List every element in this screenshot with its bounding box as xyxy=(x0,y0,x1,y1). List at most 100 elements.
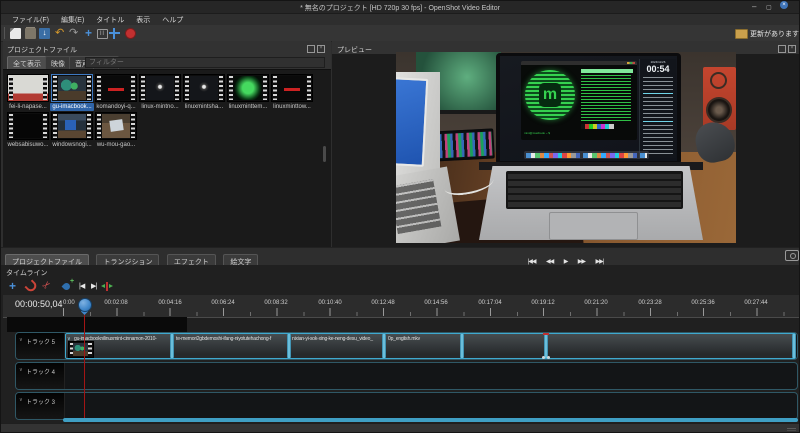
float-panel-icon[interactable] xyxy=(778,45,786,53)
chevron-down-icon[interactable]: ∨ xyxy=(19,337,23,343)
export-video-icon[interactable] xyxy=(125,28,136,39)
red-speaker xyxy=(703,67,736,130)
file-thumbnail[interactable] xyxy=(95,112,137,140)
macbook-trackpad xyxy=(549,212,638,240)
ruler-label: 00:08:32 xyxy=(264,300,287,306)
close-panel-icon[interactable]: × xyxy=(317,45,325,53)
ruler-label: 00:17:04 xyxy=(478,300,501,306)
next-marker-icon[interactable]: ▶| xyxy=(91,282,96,290)
chevron-down-icon[interactable]: ∨ xyxy=(19,367,23,373)
openshot-window: * 無名のプロジェクト [HD 720p 30 fps] - OpenShot … xyxy=(0,0,800,433)
camera-snapshot-icon[interactable] xyxy=(785,250,799,261)
track-header[interactable]: ∨ トラック 4 xyxy=(16,363,65,389)
undo-icon[interactable]: ↶ xyxy=(55,28,66,39)
track-3[interactable]: ∨ トラック 3 xyxy=(15,392,798,420)
timeline-clip[interactable]: ∨ gu-imacbooknilinuxmint-cinnamon-2010- … xyxy=(65,333,796,359)
file-thumbnail[interactable] xyxy=(183,74,225,102)
thumb-image xyxy=(234,76,262,100)
file-thumbnail-selected[interactable] xyxy=(51,74,93,102)
ruler-label: 0:00 xyxy=(63,300,75,306)
save-project-icon[interactable]: ↓ xyxy=(39,28,50,39)
fullscreen-icon[interactable] xyxy=(109,28,120,39)
conky-divider xyxy=(643,93,673,94)
file-name[interactable]: komandoyi-q... xyxy=(94,103,138,111)
file-thumbnail[interactable] xyxy=(139,74,181,102)
file-thumbnail[interactable] xyxy=(227,74,269,102)
chevron-down-icon[interactable]: ∨ xyxy=(19,397,23,403)
previous-marker-icon[interactable]: |◀ xyxy=(79,282,84,290)
conky-stats-lines xyxy=(643,77,673,155)
file-name[interactable]: windowsnogi... xyxy=(50,141,94,149)
preview-video-frame[interactable]: m mint@macbook ~ $ 2024/11/26 00:54 xyxy=(396,52,736,243)
clip-right-edge[interactable] xyxy=(792,334,796,358)
file-name[interactable]: linux-mintno... xyxy=(138,103,182,111)
update-available-label[interactable]: 更新があります xyxy=(750,29,799,39)
center-playhead-icon[interactable] xyxy=(101,282,113,291)
ruler-label: 00:04:16 xyxy=(158,300,181,306)
toolbar-handle xyxy=(4,27,5,39)
neofetch-text xyxy=(581,75,631,123)
timeline-horizontal-scrollbar[interactable] xyxy=(63,418,798,422)
file-thumbnail[interactable] xyxy=(51,112,93,140)
file-name[interactable]: websabisuwo... xyxy=(6,141,50,149)
menu-view[interactable]: 表示 xyxy=(130,15,156,25)
add-marker-plus-icon[interactable]: + xyxy=(70,278,74,285)
file-name[interactable]: linuxminttem... xyxy=(226,103,270,111)
title-bar[interactable]: * 無名のプロジェクト [HD 720p 30 fps] - OpenShot … xyxy=(1,1,799,14)
clip-boundary-marker[interactable] xyxy=(170,334,174,358)
add-track-icon[interactable]: + xyxy=(9,279,16,293)
file-thumbnail[interactable] xyxy=(95,74,137,102)
float-panel-icon[interactable] xyxy=(307,45,315,53)
ruler-label: 00:25:36 xyxy=(691,300,714,306)
project-files-panel-title: プロジェクトファイル xyxy=(7,45,77,55)
playhead-line xyxy=(84,311,85,418)
track-4[interactable]: ∨ トラック 4 xyxy=(15,362,798,390)
track-label: トラック 3 xyxy=(26,397,55,406)
update-available-icon[interactable] xyxy=(735,29,748,39)
project-files-list[interactable]: fei-li-napase... gu-imacbook... komandoy… xyxy=(3,69,331,248)
ruler-label: 00:27:44 xyxy=(744,300,767,306)
resize-grip[interactable] xyxy=(787,428,796,429)
timeline-toolbar: + ✂ + |◀ ▶| xyxy=(1,280,800,294)
clip-boundary-marker[interactable] xyxy=(287,334,291,358)
rgb-keys xyxy=(433,131,492,158)
import-files-icon[interactable]: + xyxy=(85,28,96,39)
redo-icon[interactable]: ↷ xyxy=(69,28,80,39)
file-thumbnail[interactable] xyxy=(271,74,313,102)
resize-handle[interactable] xyxy=(547,356,550,359)
menu-help[interactable]: ヘルプ xyxy=(156,15,189,25)
file-name[interactable]: fei-li-napase... xyxy=(6,103,50,111)
clip-boundary-marker[interactable] xyxy=(382,334,386,358)
close-button[interactable]: × xyxy=(780,1,788,9)
playhead-marker[interactable] xyxy=(78,298,92,312)
clip-boundary-marker-selected[interactable] xyxy=(544,334,548,358)
conky-panel: 2024/11/26 00:54 xyxy=(639,59,676,158)
track-header[interactable]: ∨ トラック 3 xyxy=(16,393,65,419)
choose-profile-icon[interactable]: ll xyxy=(97,29,108,39)
menu-edit[interactable]: 編集(E) xyxy=(55,15,90,25)
resize-handle[interactable] xyxy=(542,356,545,359)
open-project-icon[interactable] xyxy=(25,28,36,39)
file-thumbnail[interactable] xyxy=(7,74,49,102)
track-header[interactable]: ∨ トラック 5 xyxy=(16,333,65,359)
close-panel-icon[interactable]: × xyxy=(788,45,796,53)
file-thumbnail[interactable] xyxy=(7,112,49,140)
file-name[interactable]: wu-mou-gao... xyxy=(94,141,138,149)
files-scrollbar[interactable] xyxy=(323,146,326,162)
timeline-ruler[interactable]: 00:00:50,04 0:00 00:02:08 00:04:16 00:06… xyxy=(3,295,799,318)
new-project-icon[interactable] xyxy=(10,28,21,39)
snapping-magnet-icon[interactable] xyxy=(24,279,38,293)
clip-boundary-marker[interactable] xyxy=(460,334,464,358)
filter-input[interactable] xyxy=(85,57,325,68)
file-name[interactable]: linuxminttow... xyxy=(270,103,314,111)
razor-scissors-icon[interactable]: ✂ xyxy=(40,279,54,293)
menu-title[interactable]: タイトル xyxy=(90,15,130,25)
mint-logo-letter: m xyxy=(539,83,561,107)
menu-file[interactable]: ファイル(F) xyxy=(6,15,55,25)
selected-marker-cap xyxy=(543,333,549,335)
file-name[interactable]: linuxmintsha... xyxy=(182,103,226,111)
ruler-minor-ticks xyxy=(90,312,797,316)
file-name-selected[interactable]: gu-imacbook... xyxy=(50,103,94,111)
maximize-button[interactable]: ▢ xyxy=(766,4,772,12)
minimize-button[interactable]: – xyxy=(752,3,756,11)
